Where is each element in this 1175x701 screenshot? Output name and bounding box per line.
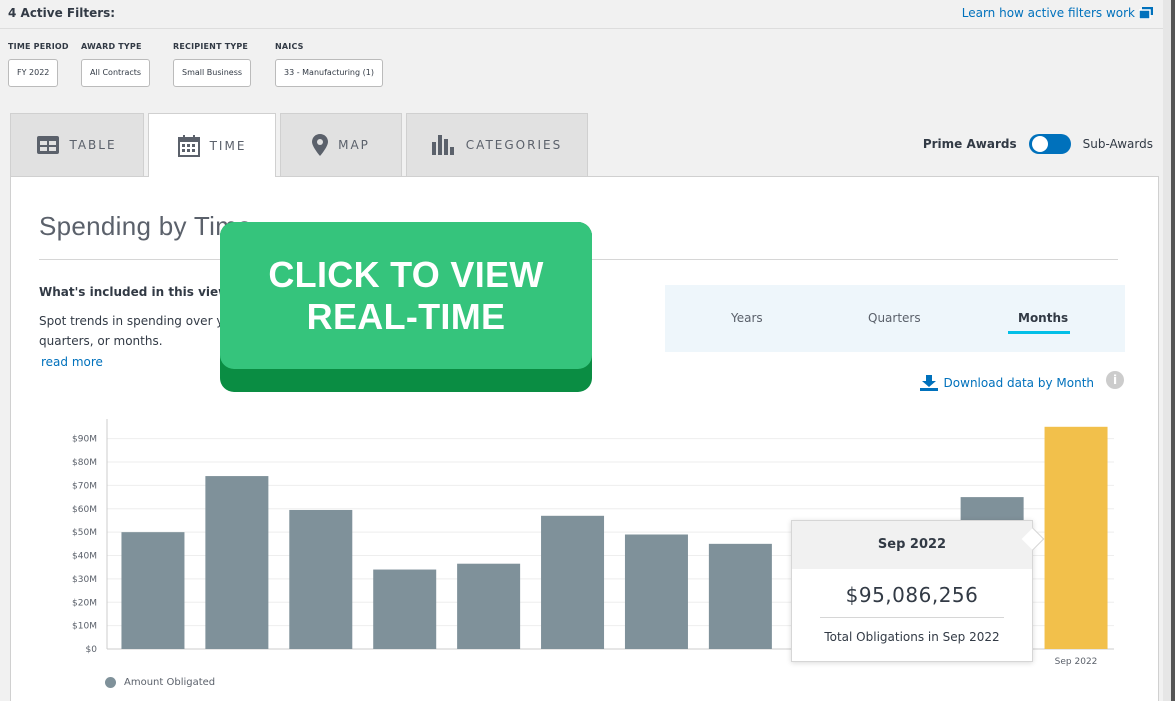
tooltip-value: $95,086,256: [845, 583, 979, 607]
chart-legend: Amount Obligated: [105, 677, 215, 688]
tooltip-label: Total Obligations in Sep 2022: [824, 630, 1000, 644]
legend-swatch: [105, 677, 116, 688]
sub-awards-label[interactable]: Sub-Awards: [1083, 137, 1153, 151]
filters-divider: [0, 28, 1163, 29]
y-tick-label: $70M: [72, 481, 97, 491]
filter-recipient-type: RECIPIENT TYPE Small Business: [173, 42, 252, 87]
cta-face: CLICK TO VIEW REAL-TIME: [220, 222, 592, 369]
table-icon: [37, 136, 60, 154]
filter-time-period: TIME PERIOD FY 2022: [8, 42, 69, 87]
tab-map[interactable]: MAP: [280, 113, 402, 176]
toggle-knob: [1031, 136, 1048, 152]
active-filters-title: 4 Active Filters:: [8, 6, 116, 20]
window-icon[interactable]: [1139, 7, 1153, 19]
tooltip-period: Sep 2022: [792, 521, 1032, 569]
window-edge: [1171, 0, 1175, 701]
y-tick-label: $60M: [72, 505, 97, 515]
y-tick-label: $30M: [72, 575, 97, 585]
y-tick-label: $40M: [72, 552, 97, 562]
y-tick-label: $20M: [72, 598, 97, 608]
y-tick-label: $90M: [72, 435, 97, 445]
filter-award-type: AWARD TYPE All Contracts: [81, 42, 151, 87]
y-tick-label: $50M: [72, 528, 97, 538]
chart-bar: [1044, 426, 1108, 649]
chart-bar: [624, 534, 688, 649]
tab-label: CATEGORIES: [465, 138, 563, 152]
x-tick-label: Sep 2022: [1055, 657, 1098, 667]
chart-bar: [541, 515, 605, 649]
filter-label: AWARD TYPE: [81, 42, 142, 51]
award-type-toggle: Prime Awards Sub-Awards: [923, 134, 1153, 154]
chart-tooltip: Sep 2022 $95,086,256 Total Obligations i…: [791, 520, 1045, 662]
chart-bar: [457, 563, 521, 649]
filter-naics: NAICS 33 - Manufacturing (1): [275, 42, 383, 87]
y-tick-label: $10M: [72, 622, 97, 632]
chart-bar: [289, 509, 353, 649]
filter-label: TIME PERIOD: [8, 42, 69, 51]
legend-label: Amount Obligated: [124, 677, 216, 688]
filter-label: RECIPIENT TYPE: [173, 42, 249, 51]
map-pin-icon: [312, 134, 329, 156]
learn-filters-link[interactable]: Learn how active filters work: [962, 6, 1135, 20]
chart-bar: [708, 543, 772, 649]
bar-chart-icon: [431, 135, 454, 155]
chart-bar: [121, 532, 185, 649]
calendar-icon: [177, 134, 200, 157]
y-tick-label: $80M: [72, 458, 97, 468]
chart-bar: [205, 476, 269, 649]
chart-bar: [373, 569, 437, 649]
y-tick-label: $0: [86, 645, 98, 655]
realtime-cta-button[interactable]: CLICK TO VIEW REAL-TIME: [220, 222, 592, 392]
tooltip-divider: [820, 617, 1004, 618]
filter-chip[interactable]: All Contracts: [81, 59, 151, 87]
tab-categories[interactable]: CATEGORIES: [406, 113, 588, 176]
scroll-track: [1163, 0, 1171, 701]
tab-label: MAP: [338, 138, 370, 152]
cta-text: CLICK TO VIEW REAL-TIME: [268, 253, 544, 337]
filter-label: NAICS: [275, 42, 304, 51]
award-toggle-switch[interactable]: [1028, 134, 1071, 154]
filter-chip[interactable]: Small Business: [173, 59, 252, 87]
filter-chip[interactable]: 33 - Manufacturing (1): [275, 59, 383, 87]
tab-table[interactable]: TABLE: [10, 113, 144, 176]
tab-label: TIME: [209, 138, 247, 153]
tab-label: TABLE: [69, 138, 117, 152]
tab-time[interactable]: TIME: [148, 113, 276, 177]
prime-awards-label[interactable]: Prime Awards: [923, 137, 1017, 151]
filter-chip[interactable]: FY 2022: [8, 59, 59, 87]
